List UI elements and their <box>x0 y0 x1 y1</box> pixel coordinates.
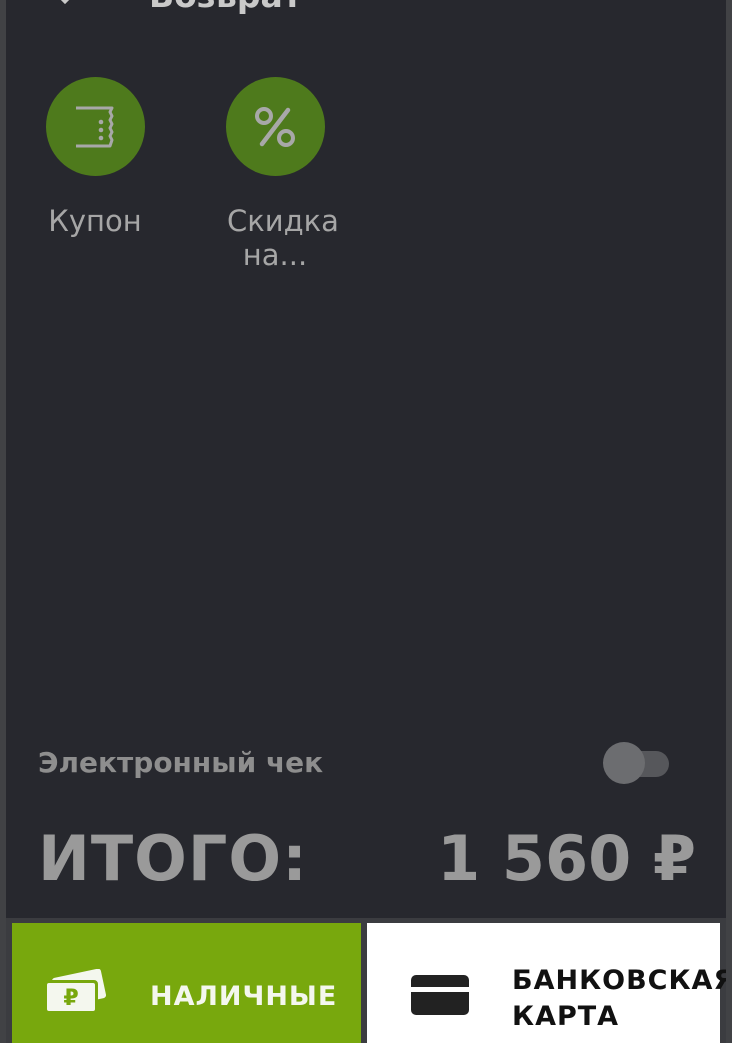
toggle-thumb <box>603 742 645 784</box>
payment-screen: Возврат Купон Скидка на... Электронный ч… <box>6 0 726 1043</box>
arrow-back-icon[interactable] <box>50 0 80 8</box>
coupon-label: Купон <box>48 204 142 238</box>
electronic-receipt-label: Электронный чек <box>38 746 324 779</box>
discount-label: Скидка на... <box>227 204 339 272</box>
svg-text:₽: ₽ <box>63 986 78 1011</box>
payment-bar: ₽ НАЛИЧНЫЕ БАНКОВСКАЯ КАРТА <box>6 918 726 1043</box>
cash-icon: ₽ <box>44 969 107 1014</box>
card-payment-button[interactable]: БАНКОВСКАЯ КАРТА <box>367 923 726 1043</box>
top-bar: Возврат <box>6 0 726 18</box>
electronic-receipt-toggle[interactable] <box>603 740 673 786</box>
page-title: Возврат <box>149 0 302 15</box>
coupon-icon <box>76 106 114 147</box>
card-label: БАНКОВСКАЯ КАРТА <box>512 965 726 1032</box>
coupon-button[interactable] <box>45 77 145 176</box>
coupon-action[interactable]: Купон <box>25 77 165 238</box>
cash-label: НАЛИЧНЫЕ <box>150 981 338 1012</box>
total-label: ИТОГО: <box>38 822 308 895</box>
discount-button[interactable] <box>225 77 325 176</box>
card-icon <box>411 975 469 1015</box>
discount-action[interactable]: Скидка на... <box>205 77 345 272</box>
percent-icon <box>255 106 295 147</box>
cash-payment-button[interactable]: ₽ НАЛИЧНЫЕ <box>12 923 361 1043</box>
total-value: 1 560 ₽ <box>437 822 696 895</box>
